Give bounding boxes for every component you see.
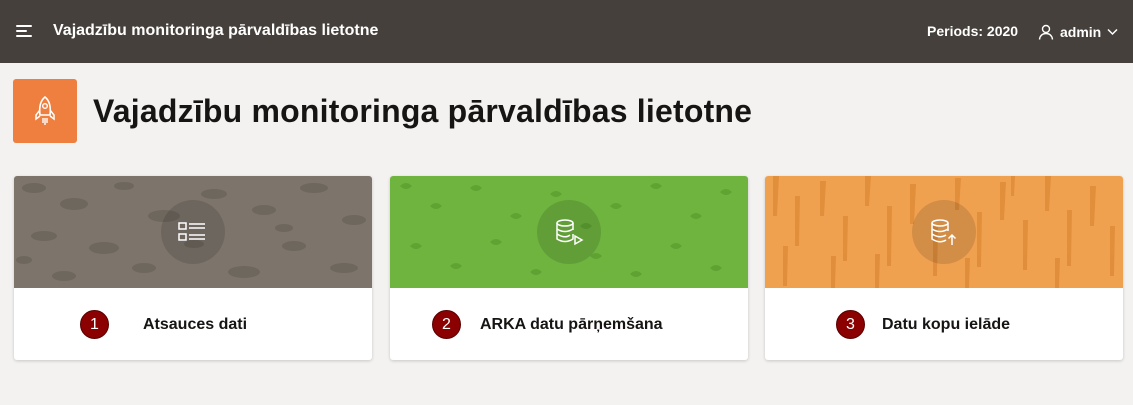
step-badge: 1 xyxy=(80,310,109,339)
period-label: Periods: 2020 xyxy=(927,23,1019,39)
card-title[interactable]: ARKA datu pārņemšana xyxy=(480,316,663,334)
database-upload-icon xyxy=(912,200,976,264)
card-title[interactable]: Atsauces dati xyxy=(143,316,247,334)
chevron-down-icon xyxy=(1107,28,1118,36)
card-banner xyxy=(14,176,372,288)
rocket-icon xyxy=(13,79,77,143)
top-navigation-bar: Vajadzību monitoringa pārvaldības lietot… xyxy=(0,0,1133,63)
card-datu-kopu-ielade[interactable]: 3 Datu kopu ielāde xyxy=(765,176,1123,360)
step-badge: 3 xyxy=(836,310,865,339)
user-name: admin xyxy=(1060,24,1102,40)
user-menu[interactable]: admin xyxy=(1038,21,1118,43)
card-title[interactable]: Datu kopu ielāde xyxy=(882,316,1010,334)
hamburger-menu-icon[interactable] xyxy=(16,22,36,40)
app-name[interactable]: Vajadzību monitoringa pārvaldības lietot… xyxy=(53,22,378,40)
card-banner xyxy=(390,176,748,288)
list-icon xyxy=(161,200,225,264)
page-title: Vajadzību monitoringa pārvaldības lietot… xyxy=(93,93,753,129)
card-banner xyxy=(765,176,1123,288)
step-badge: 2 xyxy=(432,310,461,339)
card-atsauces-dati[interactable]: 1 Atsauces dati xyxy=(14,176,372,360)
card-arka-datu-parnemsana[interactable]: 2 ARKA datu pārņemšana xyxy=(390,176,748,360)
database-play-icon xyxy=(537,200,601,264)
user-icon xyxy=(1038,24,1054,40)
